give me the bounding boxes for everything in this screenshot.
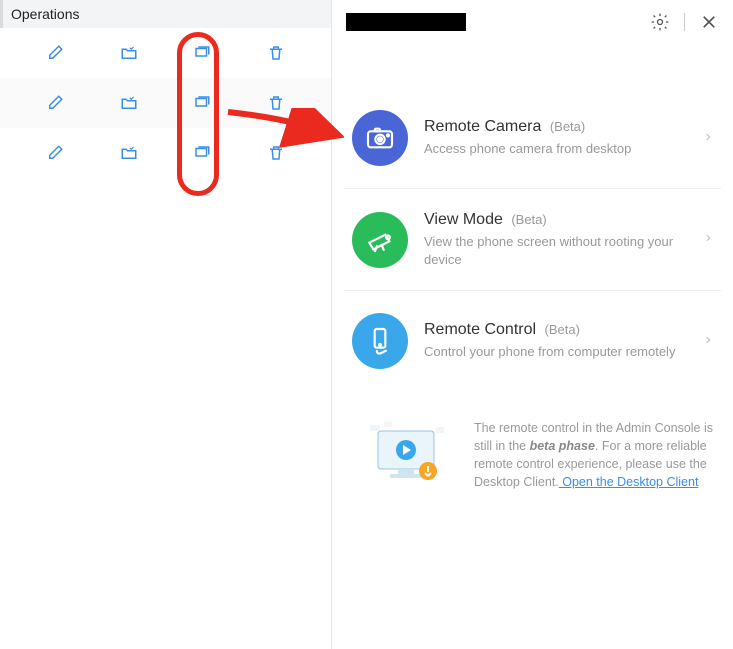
operations-row <box>0 28 331 78</box>
phone-hand-icon <box>352 313 408 369</box>
window-icon[interactable] <box>192 43 212 63</box>
divider <box>684 13 685 31</box>
operations-row <box>0 128 331 178</box>
beta-tag: (Beta) <box>545 322 580 337</box>
chevron-right-icon <box>703 230 713 249</box>
beta-phase-label: beta phase <box>530 439 595 453</box>
beta-tag: (Beta) <box>550 119 585 134</box>
feature-title: Remote Camera (Beta) <box>424 118 687 136</box>
desktop-illustration-icon <box>360 419 456 491</box>
trash-icon[interactable] <box>266 43 286 63</box>
open-desktop-client-link[interactable]: Open the Desktop Client <box>559 475 699 489</box>
device-name-redacted <box>346 13 466 31</box>
feature-remote-control[interactable]: Remote Control (Beta) Control your phone… <box>344 291 721 391</box>
operations-header: Operations <box>0 0 331 28</box>
feature-body: View Mode (Beta) View the phone screen w… <box>408 211 703 268</box>
chevron-right-icon <box>703 129 713 148</box>
camera-icon <box>352 110 408 166</box>
trash-icon[interactable] <box>266 93 286 113</box>
operations-title: Operations <box>11 6 79 22</box>
beta-tag: (Beta) <box>511 212 546 227</box>
feature-list: Remote Camera (Beta) Access phone camera… <box>332 42 733 391</box>
folder-icon[interactable] <box>119 43 139 63</box>
edit-icon[interactable] <box>45 43 65 63</box>
device-detail-panel: Remote Camera (Beta) Access phone camera… <box>332 0 733 649</box>
feature-description: Control your phone from computer remotel… <box>424 343 687 361</box>
feature-view-mode[interactable]: View Mode (Beta) View the phone screen w… <box>344 189 721 291</box>
feature-title: Remote Control (Beta) <box>424 321 687 339</box>
notice-text: The remote control in the Admin Console … <box>474 419 715 492</box>
window-icon[interactable] <box>192 143 212 163</box>
operations-row <box>0 78 331 128</box>
feature-description: Access phone camera from desktop <box>424 140 687 158</box>
trash-icon[interactable] <box>266 143 286 163</box>
feature-title: View Mode (Beta) <box>424 211 687 229</box>
close-icon[interactable] <box>699 12 719 32</box>
edit-icon[interactable] <box>45 93 65 113</box>
beta-notice: The remote control in the Admin Console … <box>332 391 733 512</box>
edit-icon[interactable] <box>45 143 65 163</box>
feature-description: View the phone screen without rooting yo… <box>424 233 687 268</box>
operations-rows <box>0 28 331 178</box>
header-actions <box>650 12 719 32</box>
feature-body: Remote Control (Beta) Control your phone… <box>408 321 703 361</box>
folder-icon[interactable] <box>119 93 139 113</box>
folder-icon[interactable] <box>119 143 139 163</box>
telescope-icon <box>352 212 408 268</box>
window-icon[interactable] <box>192 93 212 113</box>
gear-icon[interactable] <box>650 12 670 32</box>
chevron-right-icon <box>703 332 713 351</box>
feature-body: Remote Camera (Beta) Access phone camera… <box>408 118 703 158</box>
operations-panel: Operations <box>0 0 332 649</box>
feature-remote-camera[interactable]: Remote Camera (Beta) Access phone camera… <box>344 62 721 189</box>
panel-header <box>332 10 733 42</box>
